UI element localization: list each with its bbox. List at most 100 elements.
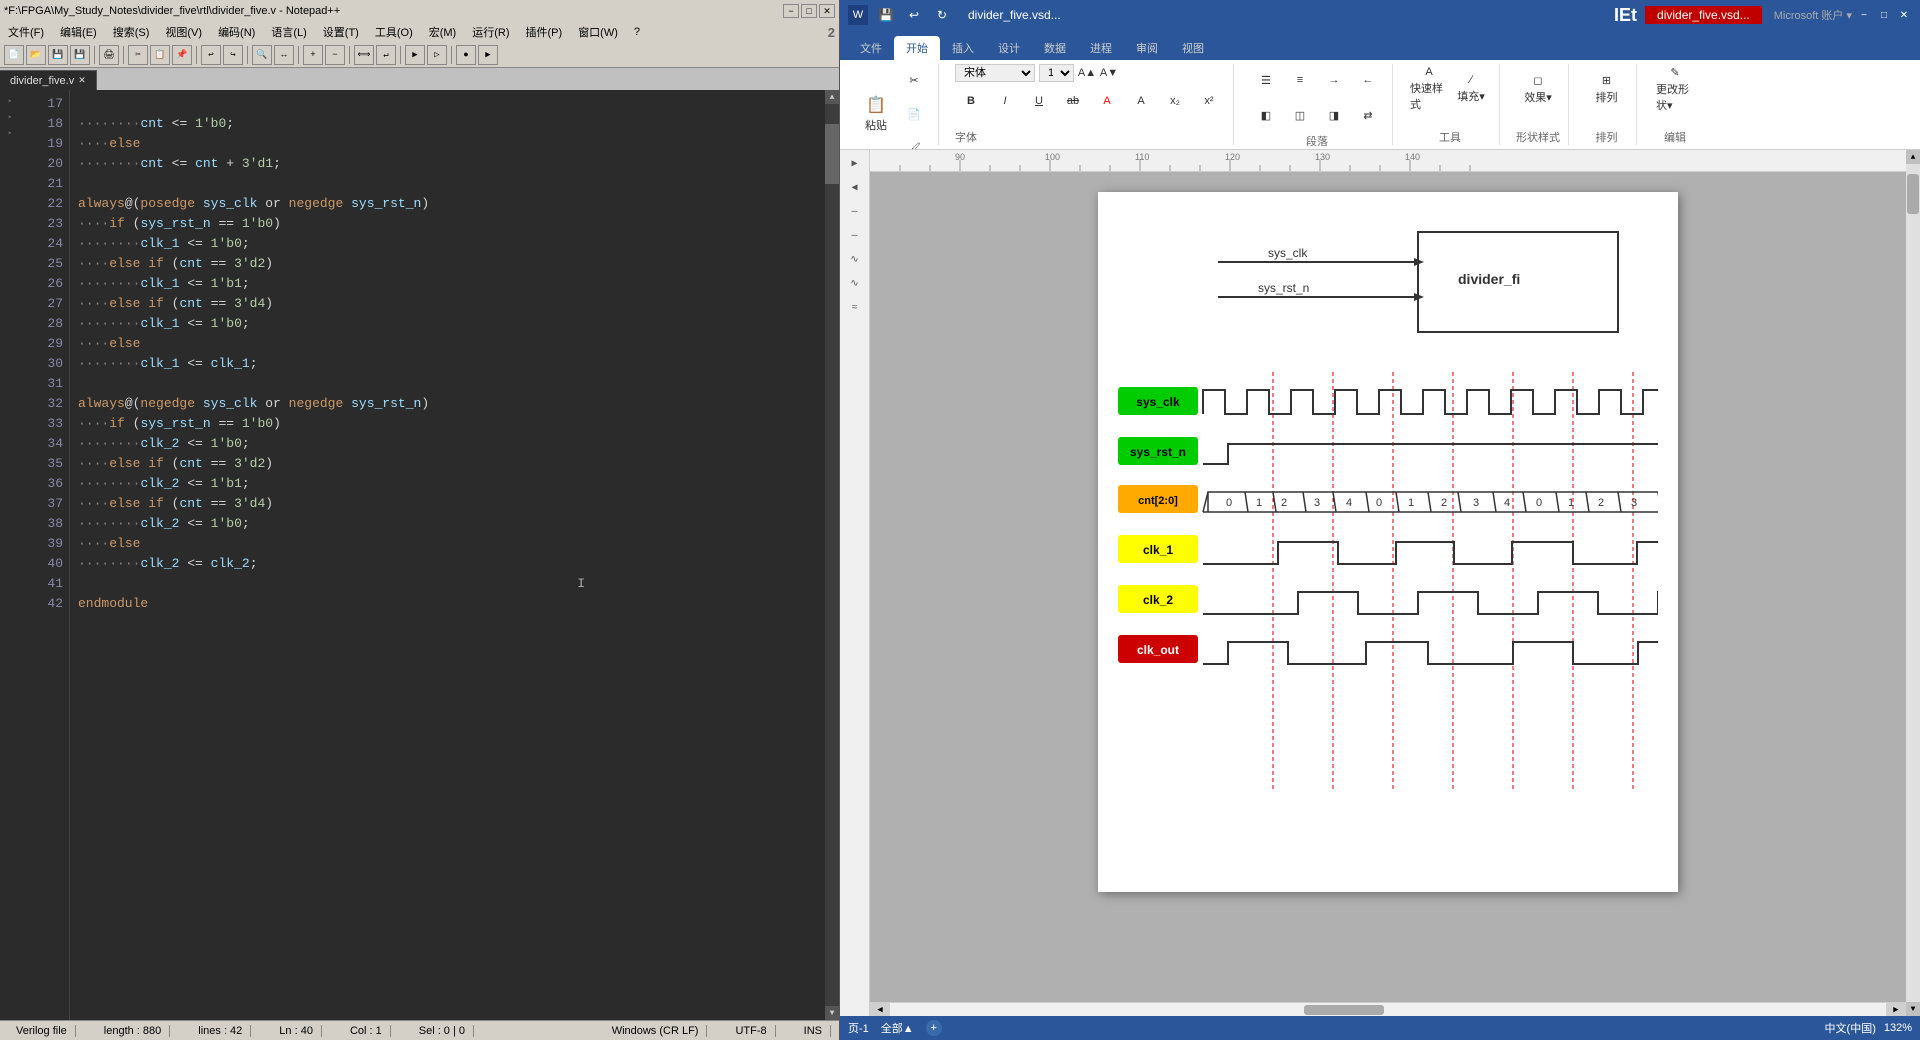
wordwrap-btn[interactable]: ↵ bbox=[376, 45, 396, 65]
bold-btn[interactable]: B bbox=[955, 85, 987, 117]
word-maximize-btn[interactable]: □ bbox=[1876, 7, 1892, 23]
indent-decrease-btn[interactable]: ← bbox=[1352, 64, 1384, 96]
font-color-btn[interactable]: A bbox=[1091, 85, 1123, 117]
format-painter-btn[interactable]: 🖌 bbox=[898, 132, 930, 150]
horizontal-scrollbar[interactable]: ◀ ▶ bbox=[870, 1002, 1906, 1016]
indent-increase-btn[interactable]: → bbox=[1318, 64, 1350, 96]
word-close-btn[interactable]: ✕ bbox=[1896, 7, 1912, 23]
word-scroll-thumb[interactable] bbox=[1907, 174, 1919, 214]
cut-btn[interactable]: ✂ bbox=[898, 64, 930, 96]
markers-btn[interactable]: ▶ bbox=[405, 45, 425, 65]
word-scroll-up-btn[interactable]: ▲ bbox=[1906, 150, 1920, 164]
save-btn[interactable]: 💾 bbox=[48, 45, 68, 65]
menu-settings[interactable]: 设置(T) bbox=[319, 24, 363, 40]
tab-file[interactable]: 文件 bbox=[848, 36, 894, 60]
underline-btn[interactable]: U bbox=[1023, 85, 1055, 117]
file-tab[interactable]: divider_five.v ✕ bbox=[0, 70, 97, 90]
menu-file[interactable]: 文件(F) bbox=[4, 24, 48, 40]
menu-plugins[interactable]: 插件(P) bbox=[522, 24, 567, 40]
font-size-select[interactable]: 12pt bbox=[1039, 64, 1074, 82]
macro-btn[interactable]: ● bbox=[456, 45, 476, 65]
fold-icon-2[interactable]: ▸ bbox=[3, 110, 17, 124]
font-name-select[interactable]: 宋体 bbox=[955, 64, 1035, 82]
menu-encoding[interactable]: 编码(N) bbox=[214, 24, 259, 40]
menu-search[interactable]: 搜索(S) bbox=[109, 24, 154, 40]
undo-btn[interactable]: ↩ bbox=[201, 45, 221, 65]
add-page-btn[interactable]: + bbox=[926, 1020, 942, 1036]
subscript-btn[interactable]: x₂ bbox=[1159, 85, 1191, 117]
menu-language[interactable]: 语言(L) bbox=[267, 24, 310, 40]
word-minimize-btn[interactable]: − bbox=[1856, 7, 1872, 23]
paste-btn[interactable]: 📌 bbox=[172, 45, 192, 65]
menu-run[interactable]: 运行(R) bbox=[468, 24, 513, 40]
tab-insert[interactable]: 插入 bbox=[940, 36, 986, 60]
left-sidebar-icon-1[interactable]: ▶ bbox=[845, 154, 865, 174]
fold-icon-3[interactable]: ▸ bbox=[3, 126, 17, 140]
print-btn[interactable]: 🖨 bbox=[99, 45, 119, 65]
text-direction-btn[interactable]: ⇄ bbox=[1352, 99, 1384, 131]
open-btn[interactable]: 📂 bbox=[26, 45, 46, 65]
menu-edit[interactable]: 编辑(E) bbox=[56, 24, 101, 40]
find-btn[interactable]: 🔍 bbox=[252, 45, 272, 65]
sync-scroll-btn[interactable]: ⟺ bbox=[354, 45, 374, 65]
paste-btn[interactable]: 📋 粘贴 bbox=[856, 89, 896, 139]
zoom-out-btn[interactable]: − bbox=[325, 45, 345, 65]
word-scroll-down-btn[interactable]: ▼ bbox=[1906, 1002, 1920, 1016]
copy-btn[interactable]: 📄 bbox=[898, 98, 930, 130]
left-sidebar-icon-4[interactable]: — bbox=[845, 226, 865, 246]
redo-btn[interactable]: ↪ bbox=[223, 45, 243, 65]
bullets-btn[interactable]: ☰ bbox=[1250, 64, 1282, 96]
word-vertical-scrollbar[interactable]: ▲ ▼ bbox=[1906, 150, 1920, 1016]
numbering-btn[interactable]: ≡ bbox=[1284, 64, 1316, 96]
menu-help[interactable]: ? bbox=[630, 26, 644, 38]
menu-view[interactable]: 视图(V) bbox=[161, 24, 206, 40]
total-pages[interactable]: 全部▲ bbox=[881, 1020, 914, 1036]
run-btn[interactable]: ▷ bbox=[427, 45, 447, 65]
italic-btn[interactable]: I bbox=[989, 85, 1021, 117]
word-page[interactable]: divider_fi sys_clk sys_rst_n bbox=[870, 172, 1906, 1002]
qa-save-btn[interactable]: 💾 bbox=[876, 5, 896, 25]
align-left-btn[interactable]: ◧ bbox=[1250, 99, 1282, 131]
tab-data[interactable]: 数据 bbox=[1032, 36, 1078, 60]
fold-icon[interactable]: ▸ bbox=[3, 94, 17, 108]
shape-fill-btn[interactable]: ◻ 效果▾ bbox=[1518, 64, 1558, 114]
arrange-btn[interactable]: ⊞ 排列 bbox=[1587, 64, 1627, 114]
left-sidebar-icon-2[interactable]: ◀ bbox=[845, 178, 865, 198]
play-macro-btn[interactable]: ▶ bbox=[478, 45, 498, 65]
copy-btn[interactable]: 📋 bbox=[150, 45, 170, 65]
shrink-font-btn[interactable]: A▼ bbox=[1100, 64, 1118, 82]
tab-home[interactable]: 开始 bbox=[894, 36, 940, 60]
qa-redo-btn[interactable]: ↻ bbox=[932, 5, 952, 25]
left-sidebar-icon-7[interactable]: ≈ bbox=[845, 298, 865, 318]
close-button[interactable]: ✕ bbox=[819, 4, 835, 18]
save-all-btn[interactable]: 💾 bbox=[70, 45, 90, 65]
scroll-up-arrow[interactable]: ▲ bbox=[825, 90, 839, 104]
tab-review[interactable]: 审阅 bbox=[1124, 36, 1170, 60]
menu-window[interactable]: 窗口(W) bbox=[574, 24, 622, 40]
code-area[interactable]: ········cnt <= 1'b0; ····else ········cn… bbox=[70, 90, 825, 1020]
edit-btn[interactable]: ✎ 更改形状▾ bbox=[1655, 64, 1695, 114]
zoom-in-btn[interactable]: + bbox=[303, 45, 323, 65]
replace-btn[interactable]: ↔ bbox=[274, 45, 294, 65]
menu-tools[interactable]: 工具(O) bbox=[371, 24, 417, 40]
scroll-thumb[interactable] bbox=[825, 124, 839, 184]
left-sidebar-icon-5[interactable]: ∿ bbox=[845, 250, 865, 270]
scroll-right-btn[interactable]: ▶ bbox=[1886, 1003, 1906, 1017]
tab-process[interactable]: 进程 bbox=[1078, 36, 1124, 60]
scroll-left-btn[interactable]: ◀ bbox=[870, 1003, 890, 1017]
scroll-down-arrow[interactable]: ▼ bbox=[825, 1006, 839, 1020]
quick-styles-btn[interactable]: A 快速样式 bbox=[1409, 64, 1449, 114]
align-right-btn[interactable]: ◨ bbox=[1318, 99, 1350, 131]
tab-close-btn[interactable]: ✕ bbox=[78, 75, 86, 86]
vertical-scrollbar[interactable]: ▲ ▼ bbox=[825, 90, 839, 1020]
strikethrough-btn[interactable]: ab bbox=[1057, 85, 1089, 117]
grow-font-btn[interactable]: A▲ bbox=[1078, 64, 1096, 82]
line-btn[interactable]: ∕ 填充▾ bbox=[1451, 64, 1491, 114]
left-sidebar-icon-6[interactable]: ∿ bbox=[845, 274, 865, 294]
align-center-btn[interactable]: ◫ bbox=[1284, 99, 1316, 131]
tab-design[interactable]: 设计 bbox=[986, 36, 1032, 60]
cut-btn[interactable]: ✂ bbox=[128, 45, 148, 65]
tab-view[interactable]: 视图 bbox=[1170, 36, 1216, 60]
minimize-button[interactable]: − bbox=[783, 4, 799, 18]
qa-undo-btn[interactable]: ↩ bbox=[904, 5, 924, 25]
